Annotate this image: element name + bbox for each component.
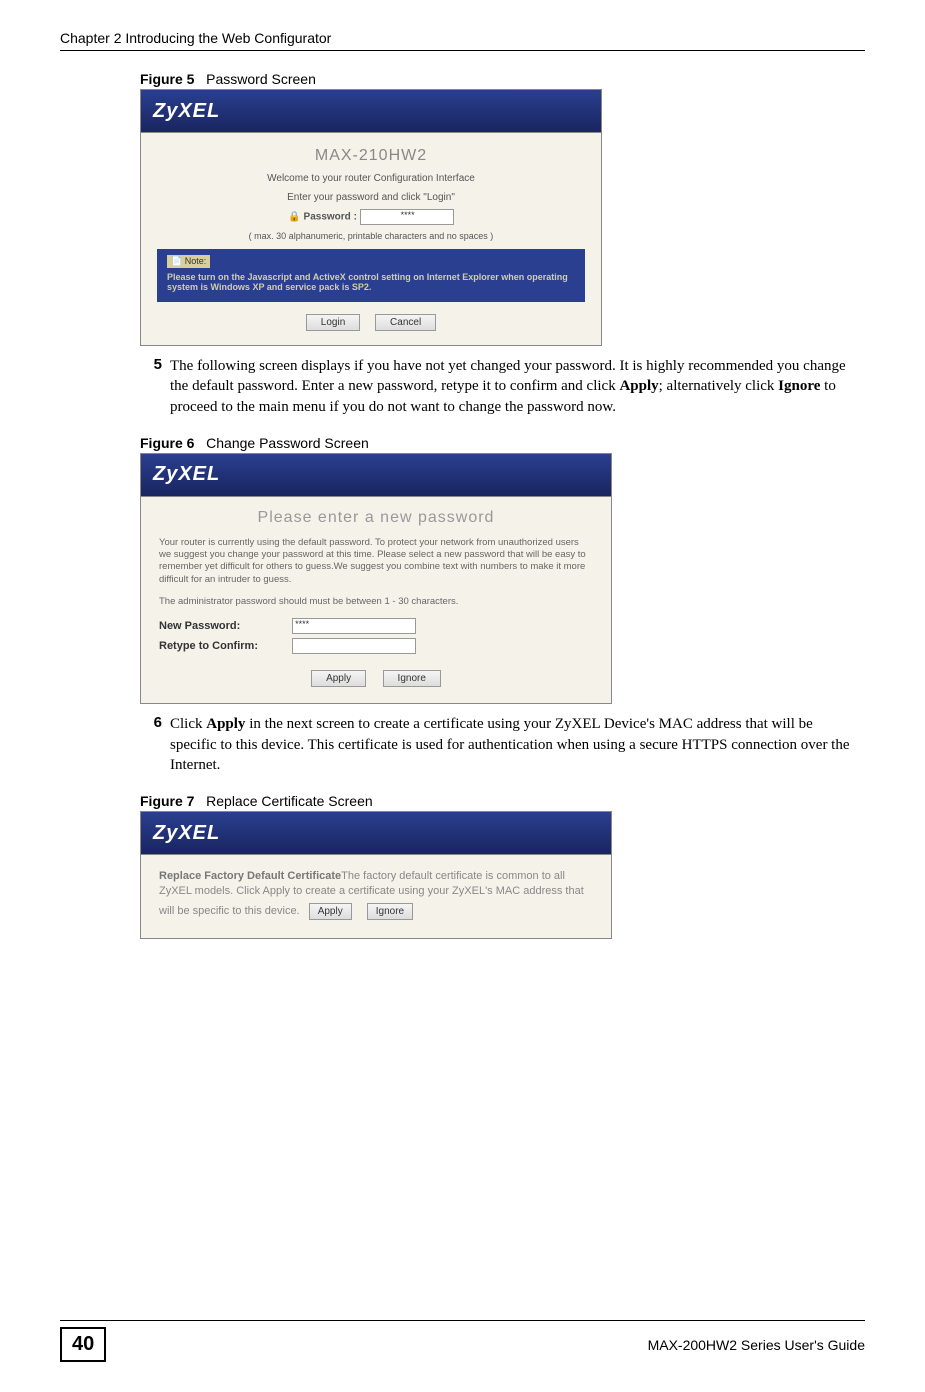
apply-button[interactable]: Apply [311, 670, 366, 687]
instruct-text: Enter your password and click "Login" [157, 192, 585, 203]
new-password-input[interactable]: **** [292, 618, 416, 634]
zyxel-logo-2: ZyXEL [153, 463, 220, 486]
zyxel-logo: ZyXEL [153, 100, 220, 123]
model-label: MAX-210HW2 [157, 147, 585, 165]
change-pw-blurb-2: The administrator password should must b… [159, 596, 593, 608]
zyxel-header-bar-2: ZyXEL [141, 454, 611, 497]
change-pw-blurb-1: Your router is currently using the defau… [159, 537, 593, 586]
note-body: Please turn on the Javascript and Active… [167, 272, 568, 292]
figure-7-caption: Figure 7 Replace Certificate Screen [140, 793, 855, 809]
cert-ignore-button[interactable]: Ignore [367, 903, 413, 921]
figure-6-caption: Figure 6 Change Password Screen [140, 435, 855, 451]
cert-body: Replace Factory Default CertificateThe f… [141, 855, 611, 938]
figure-6-label: Figure 6 [140, 435, 194, 451]
retype-input[interactable] [292, 638, 416, 654]
change-pw-subtitle: Please enter a new password [159, 509, 593, 527]
cert-bold: Replace Factory Default Certificate [159, 870, 341, 882]
guide-name: MAX-200HW2 Series User's Guide [648, 1337, 865, 1353]
figure-5-screenshot: ZyXEL MAX-210HW2 Welcome to your router … [140, 89, 602, 346]
new-password-label: New Password: [159, 620, 289, 632]
figure-7-title: Replace Certificate Screen [206, 793, 373, 809]
chapter-header: Chapter 2 Introducing the Web Configurat… [60, 30, 865, 51]
step-5: 5 The following screen displays if you h… [140, 356, 855, 417]
figure-5-label: Figure 5 [140, 71, 194, 87]
ignore-button[interactable]: Ignore [383, 670, 441, 687]
zyxel-header-bar-3: ZyXEL [141, 812, 611, 855]
figure-7-screenshot: ZyXEL Replace Factory Default Certificat… [140, 811, 612, 939]
page-number: 40 [60, 1327, 106, 1362]
figure-7-label: Figure 7 [140, 793, 194, 809]
welcome-text: Welcome to your router Configuration Int… [157, 173, 585, 184]
note-title: 📄 Note: [167, 255, 210, 268]
step-6-text: Click Apply in the next screen to create… [170, 714, 855, 775]
zyxel-logo-3: ZyXEL [153, 822, 220, 845]
login-button[interactable]: Login [306, 314, 360, 331]
note-box: 📄 Note: Please turn on the Javascript an… [157, 249, 585, 302]
password-hint: ( max. 30 alphanumeric, printable charac… [157, 231, 585, 241]
step-6: 6 Click Apply in the next screen to crea… [140, 714, 855, 775]
cancel-button[interactable]: Cancel [375, 314, 436, 331]
zyxel-header-bar: ZyXEL [141, 90, 601, 133]
password-input[interactable]: **** [360, 209, 454, 225]
cert-apply-button[interactable]: Apply [309, 903, 352, 921]
step-5-text: The following screen displays if you hav… [170, 356, 855, 417]
password-label: Password : [304, 212, 357, 223]
page-footer: 40 MAX-200HW2 Series User's Guide [60, 1320, 865, 1362]
figure-5-caption: Figure 5 Password Screen [140, 71, 855, 87]
figure-6-screenshot: ZyXEL Please enter a new password Your r… [140, 453, 612, 705]
figure-5-title: Password Screen [206, 71, 316, 87]
retype-label: Retype to Confirm: [159, 640, 289, 652]
step-6-number: 6 [140, 714, 170, 775]
figure-6-title: Change Password Screen [206, 435, 369, 451]
lock-icon: 🔒 [288, 212, 300, 223]
step-5-number: 5 [140, 356, 170, 417]
